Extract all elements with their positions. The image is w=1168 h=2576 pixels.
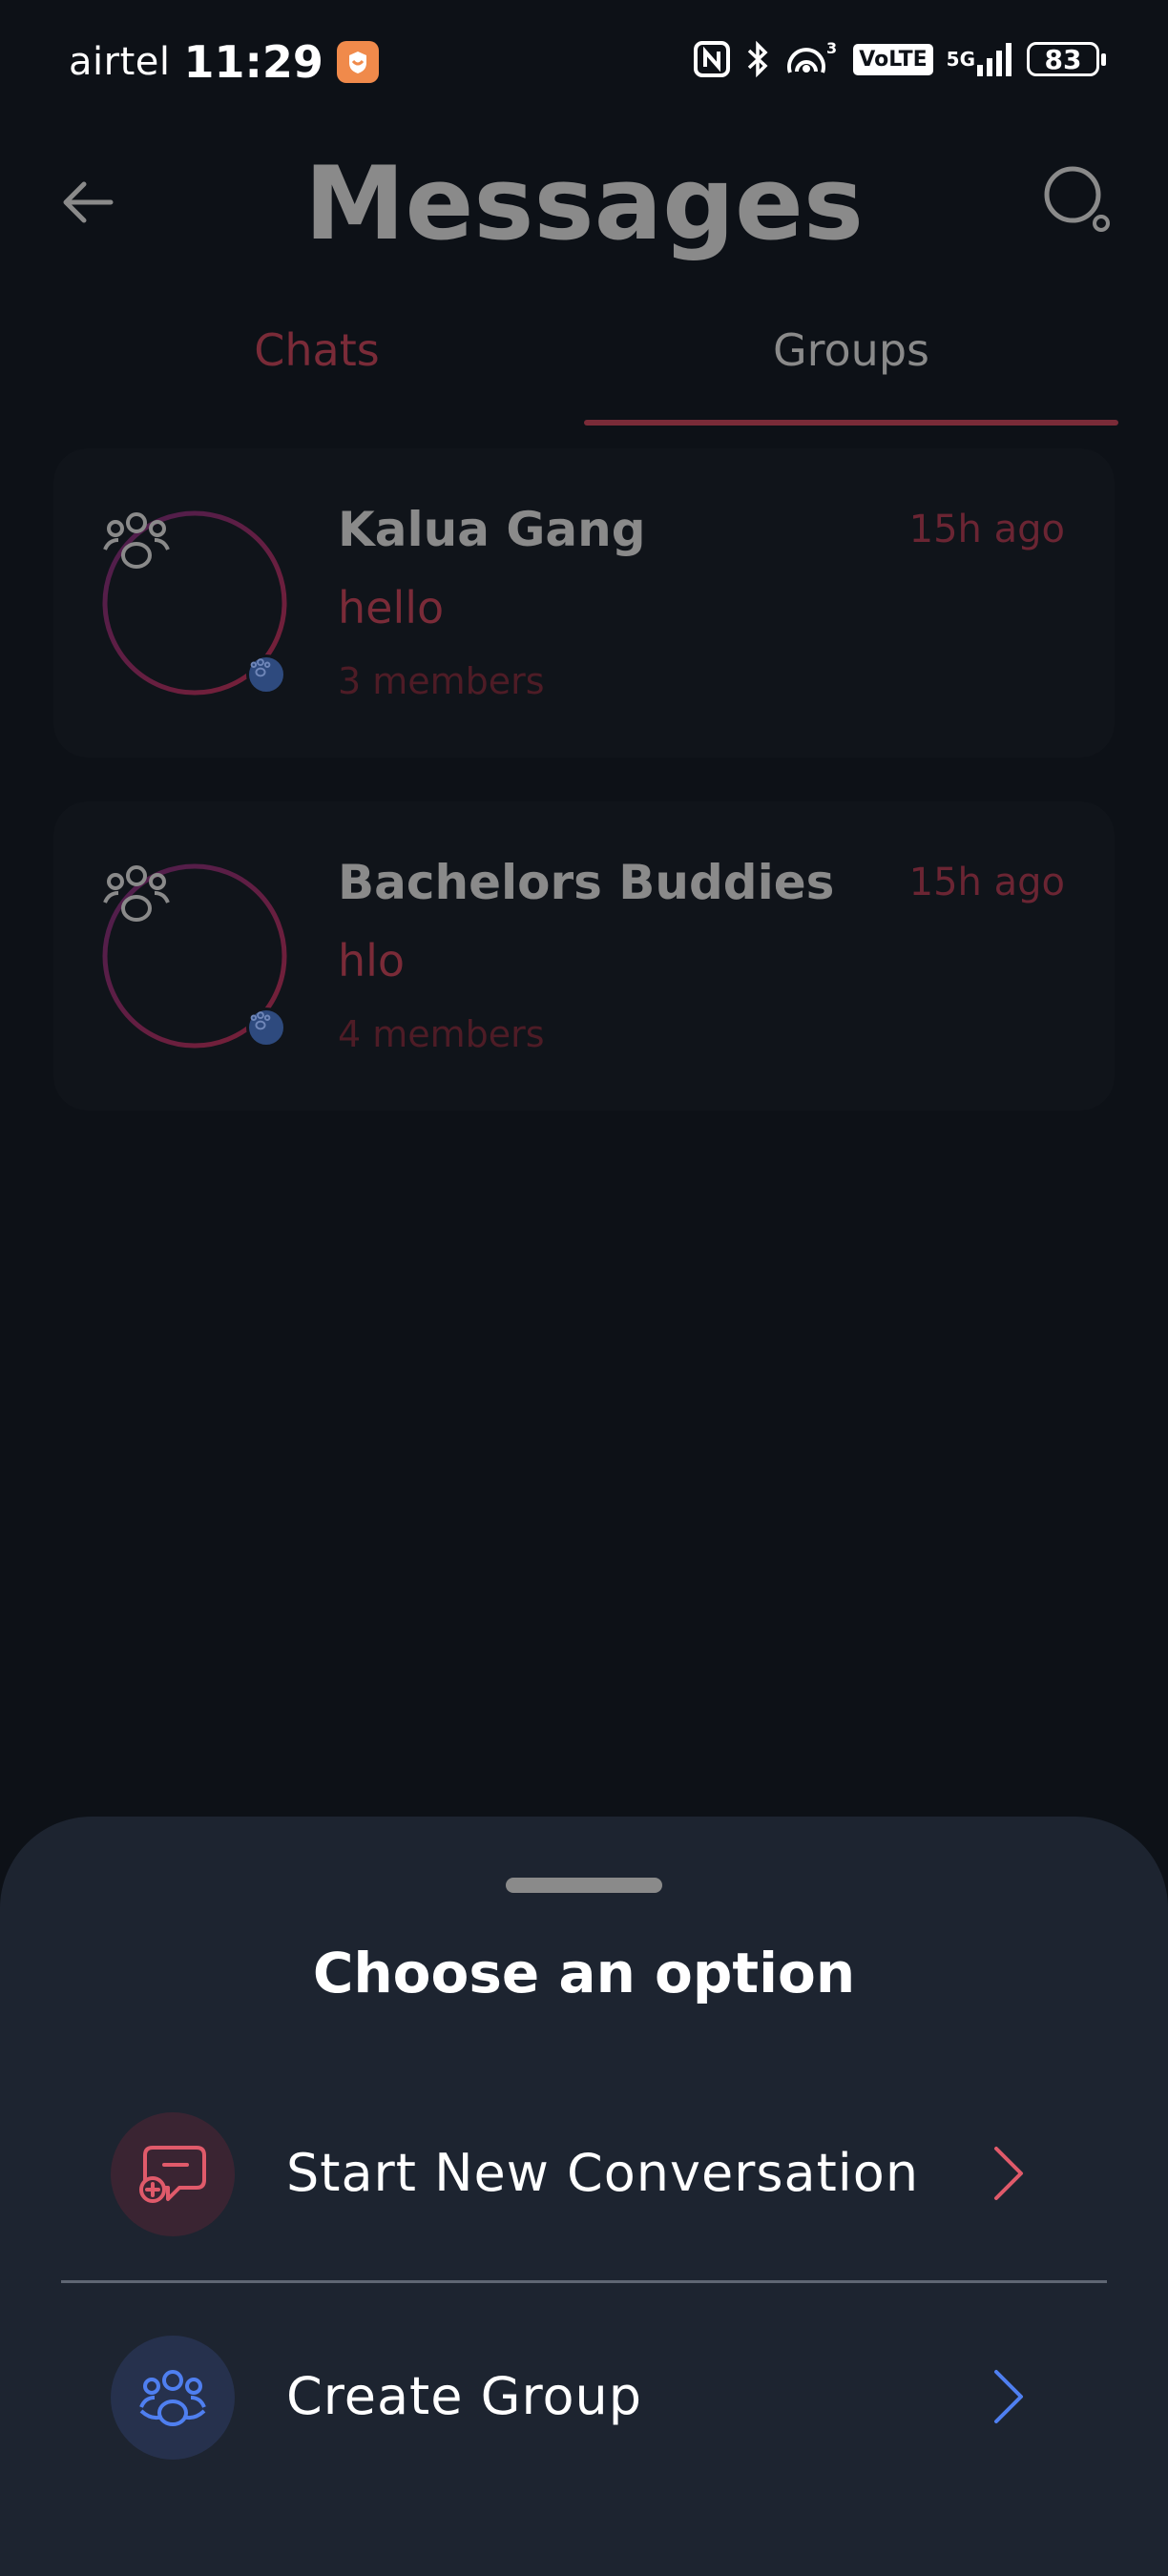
status-bar-right: 3 VoLTE 5G 83 [693, 40, 1106, 78]
chevron-right-icon [994, 2370, 1023, 2423]
group-timestamp: 15h ago [908, 861, 1065, 904]
page-title: Messages [304, 145, 864, 262]
search-button[interactable] [1038, 160, 1118, 240]
group-avatar [101, 509, 288, 696]
group-name: Bachelors Buddies [338, 855, 835, 910]
tab-chats[interactable]: Chats [50, 305, 584, 426]
signal-icon: 5G [947, 40, 1013, 78]
group-item[interactable]: Kalua Gang 15h ago hello 3 members [53, 448, 1115, 758]
hotspot-icon: 3 [784, 40, 840, 78]
option-icon-container [111, 2112, 235, 2236]
svg-text:3: 3 [826, 40, 837, 57]
group-badge-icon [246, 654, 286, 695]
group-item[interactable]: Bachelors Buddies 15h ago hlo 4 members [53, 801, 1115, 1111]
create-group-option[interactable]: Create Group [61, 2318, 1107, 2475]
nfc-icon [693, 40, 731, 78]
battery-indicator: 83 [1027, 42, 1106, 76]
group-name: Kalua Gang [338, 502, 646, 557]
group-icon [139, 2370, 206, 2426]
app-header: Messages [0, 143, 1168, 267]
volte-indicator: VoLTE [853, 43, 933, 75]
group-icon [103, 865, 170, 922]
divider [61, 2280, 1107, 2283]
option-label: Start New Conversation [286, 2143, 920, 2203]
sheet-title: Choose an option [312, 1941, 856, 2005]
app-notification-icon [336, 41, 379, 83]
status-time: 11:29 [183, 36, 323, 88]
group-icon [103, 512, 170, 569]
status-bar: airtel 11:29 3 VoLTE 5G 83 [0, 0, 1168, 134]
sheet-drag-handle[interactable] [506, 1878, 662, 1893]
group-timestamp: 15h ago [908, 508, 1065, 551]
new-chat-icon [139, 2146, 206, 2203]
tab-bar: Chats Groups [0, 305, 1168, 429]
group-member-count: 3 members [338, 660, 545, 702]
status-bar-left: airtel 11:29 [69, 36, 379, 88]
search-icon [1044, 166, 1110, 232]
group-last-message: hello [338, 582, 445, 634]
tab-groups[interactable]: Groups [584, 305, 1118, 426]
group-avatar [101, 862, 288, 1049]
chevron-right-icon [994, 2147, 1023, 2200]
active-tab-indicator [584, 420, 1118, 426]
group-member-count: 4 members [338, 1013, 545, 1055]
group-last-message: hlo [338, 935, 406, 987]
bluetooth-icon [744, 40, 771, 78]
group-badge-icon [246, 1008, 286, 1048]
carrier-name: airtel [69, 40, 171, 84]
start-new-conversation-option[interactable]: Start New Conversation [61, 2095, 1107, 2252]
option-label: Create Group [286, 2366, 642, 2426]
option-icon-container [111, 2336, 235, 2460]
